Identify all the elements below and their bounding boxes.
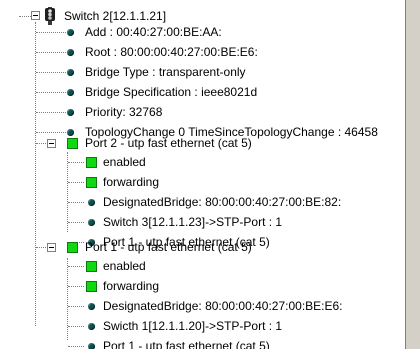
tree-connector-stub	[68, 326, 84, 327]
status-green-icon	[86, 177, 97, 188]
property-row[interactable]: Bridge Type : transparent-only	[0, 62, 405, 82]
bullet-icon	[88, 323, 95, 330]
tree-connector-stub	[68, 286, 84, 287]
status-green-icon	[67, 242, 78, 253]
port-detail-row[interactable]: Switch 3[12.1.1.23]->STP-Port : 1	[0, 212, 405, 232]
tree-connector-stub	[68, 222, 84, 223]
property-label: Bridge Type : transparent-only	[85, 65, 246, 79]
tree-connector-stub	[36, 72, 66, 73]
property-row[interactable]: Bridge Specification : ieee8021d	[0, 82, 405, 102]
port-status-row[interactable]: enabled	[0, 256, 405, 276]
property-label: Root : 80:00:00:40:27:00:BE:E6:	[85, 45, 258, 59]
port-status-row[interactable]: enabled	[0, 152, 405, 172]
stp-tree-view[interactable]: Switch 2[12.1.1.21] Add : 00:40:27:00:BE…	[0, 0, 405, 349]
tree-node-port[interactable]: Port 2 - utp fast ethernet (cat 5)	[0, 133, 405, 153]
status-green-icon	[67, 138, 78, 149]
port-status-label: forwarding	[103, 279, 160, 293]
port-label: Port 2 - utp fast ethernet (cat 5)	[85, 136, 252, 150]
bullet-icon	[88, 219, 95, 226]
tree-connector-stub	[68, 162, 84, 163]
tree-connector-stub	[36, 32, 66, 33]
port-status-label: forwarding	[103, 175, 160, 189]
vertical-scrollbar[interactable]	[405, 0, 420, 349]
port-detail-label: DesignatedBridge: 80:00:00:40:27:00:BE:E…	[103, 299, 343, 313]
port-status-row[interactable]: forwarding	[0, 172, 405, 192]
bullet-icon	[88, 303, 95, 310]
bullet-icon	[67, 69, 74, 76]
collapse-toggle-icon[interactable]	[47, 139, 56, 148]
tree-connector-stub	[68, 346, 84, 347]
bullet-icon	[67, 29, 74, 36]
collapse-toggle-icon[interactable]	[31, 11, 40, 20]
port-status-row[interactable]: forwarding	[0, 276, 405, 296]
collapse-toggle-icon[interactable]	[47, 243, 56, 252]
port-status-label: enabled	[103, 155, 146, 169]
property-row[interactable]: Priority: 32768	[0, 102, 405, 122]
property-label: Add : 00:40:27:00:BE:AA:	[85, 25, 222, 39]
port-detail-label: DesignatedBridge: 80:00:00:40:27:00:BE:8…	[103, 195, 342, 209]
property-label: Bridge Specification : ieee8021d	[85, 85, 258, 99]
port-detail-label: Port 1 - utp fast ethernet (cat 5)	[103, 339, 270, 349]
bullet-icon	[88, 343, 95, 349]
status-green-icon	[86, 281, 97, 292]
status-green-icon	[86, 157, 97, 168]
status-green-icon	[86, 261, 97, 272]
bullet-icon	[67, 89, 74, 96]
tree-connector-stub	[36, 92, 66, 93]
tree-connector-stub	[68, 306, 84, 307]
port-status-label: enabled	[103, 259, 146, 273]
port-detail-row[interactable]: DesignatedBridge: 80:00:00:40:27:00:BE:E…	[0, 296, 405, 316]
property-label: Priority: 32768	[85, 105, 163, 119]
port-detail-row[interactable]: Port 1 - utp fast ethernet (cat 5)	[0, 336, 405, 349]
bullet-icon	[88, 199, 95, 206]
tree-connector-stub	[36, 143, 46, 144]
property-row[interactable]: Root : 80:00:00:40:27:00:BE:E6:	[0, 42, 405, 62]
bullet-icon	[67, 49, 74, 56]
tree-connector-stub	[19, 16, 31, 17]
tree-connector-stub	[68, 266, 84, 267]
tree-connector-stub	[36, 247, 46, 248]
bullet-icon	[67, 109, 74, 116]
property-row[interactable]: Add : 00:40:27:00:BE:AA:	[0, 22, 405, 42]
port-label: Port 1 - utp fast ethernet (cat 5)	[85, 240, 252, 254]
port-detail-row[interactable]: Swicth 1[12.1.1.20]->STP-Port : 1	[0, 316, 405, 336]
tree-connector-stub	[36, 52, 66, 53]
port-detail-label: Switch 3[12.1.1.23]->STP-Port : 1	[103, 215, 283, 229]
tree-connector-stub	[68, 182, 84, 183]
port-detail-label: Swicth 1[12.1.1.20]->STP-Port : 1	[103, 319, 283, 333]
tree-connector-stub	[68, 202, 84, 203]
tree-node-port[interactable]: Port 1 - utp fast ethernet (cat 5)	[0, 237, 405, 257]
tree-connector-stub	[36, 112, 66, 113]
port-detail-row[interactable]: DesignatedBridge: 80:00:00:40:27:00:BE:8…	[0, 192, 405, 212]
